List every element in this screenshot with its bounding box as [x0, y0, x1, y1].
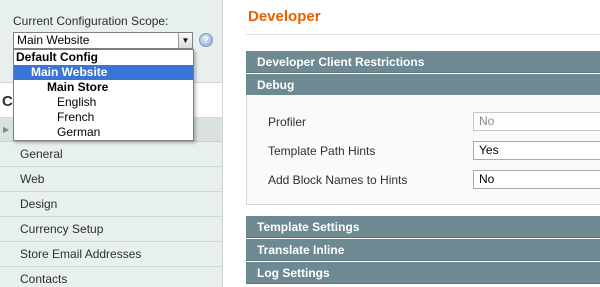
page-title: Developer: [248, 8, 321, 25]
option-english[interactable]: English: [14, 95, 193, 110]
section-client-restrictions[interactable]: Developer Client Restrictions: [246, 51, 600, 73]
title-divider: [246, 34, 600, 35]
help-icon[interactable]: ?: [199, 33, 213, 47]
scope-label: Current Configuration Scope:: [13, 14, 169, 28]
nav-item-store-email-addresses[interactable]: Store Email Addresses: [0, 242, 222, 267]
triangle-right-icon: ▶: [3, 125, 10, 134]
section-template-settings[interactable]: Template Settings: [246, 216, 600, 238]
option-german[interactable]: German: [14, 125, 193, 140]
section-log-settings[interactable]: Log Settings: [246, 262, 600, 284]
nav-item-general[interactable]: General: [0, 142, 222, 167]
profiler-label: Profiler: [268, 115, 307, 129]
option-french[interactable]: French: [14, 110, 193, 125]
nav-item-web[interactable]: Web: [0, 167, 222, 192]
config-header-text: C: [2, 93, 13, 110]
scope-select[interactable]: Main Website ▼: [13, 32, 193, 49]
block-names-select[interactable]: No: [473, 170, 600, 189]
nav-item-contacts[interactable]: Contacts: [0, 267, 222, 287]
nav-item-design[interactable]: Design: [0, 192, 222, 217]
option-main-store[interactable]: Main Store: [14, 80, 193, 95]
section-debug[interactable]: Debug: [246, 74, 600, 96]
template-path-hints-label: Template Path Hints: [268, 144, 376, 158]
profiler-select[interactable]: No: [473, 112, 600, 131]
scope-select-value: Main Website: [17, 33, 90, 47]
block-names-label: Add Block Names to Hints: [268, 173, 408, 187]
option-default-config[interactable]: Default Config: [14, 50, 193, 65]
section-translate-inline[interactable]: Translate Inline: [246, 239, 600, 261]
option-main-website[interactable]: Main Website: [14, 65, 193, 80]
scope-dropdown-list[interactable]: Default Config Main Website Main Store E…: [13, 49, 194, 141]
chevron-down-icon[interactable]: ▼: [178, 33, 192, 48]
sidebar: Current Configuration Scope: Main Websit…: [0, 0, 223, 287]
nav-item-currency-setup[interactable]: Currency Setup: [0, 217, 222, 242]
template-path-hints-select[interactable]: Yes: [473, 141, 600, 160]
